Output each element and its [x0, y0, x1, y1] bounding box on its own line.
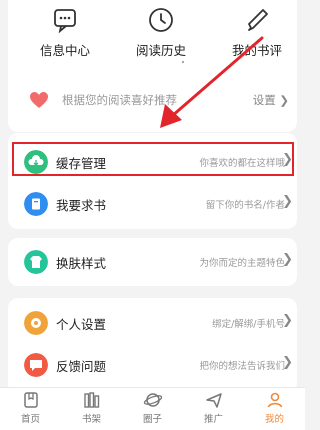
menu-card-3: 个人设置 绑定/解绑/手机号 ❯ 反馈问题 把你的想法告诉我们 ❯ — [8, 298, 297, 394]
chevron-right-icon: ❯ — [282, 252, 293, 267]
skin-icon — [24, 250, 48, 274]
tab-label: 圈子 — [142, 414, 162, 425]
settings-icon — [24, 311, 48, 335]
chevron-right-icon: ❯ — [282, 194, 293, 209]
menu-item-title: 我要求书 — [56, 198, 107, 213]
bottom-tab-bar: 首页 书架 圈子 推广 我的 — [0, 387, 305, 430]
chevron-right-icon: ❯ — [282, 313, 293, 328]
tab-label: 首页 — [20, 414, 40, 425]
tab-label: 我的 — [264, 414, 284, 425]
tab-mine[interactable]: 我的 — [244, 390, 305, 425]
recommend-row[interactable]: 根据您的阅读喜好推荐 设置 ❯ — [8, 82, 297, 118]
send-icon — [205, 393, 222, 408]
dot — [182, 61, 184, 63]
message-icon — [54, 9, 76, 34]
quick-action-label: 信息中心 — [39, 43, 90, 58]
planet-icon — [143, 393, 162, 407]
menu-item-subtitle: 留下你的书名/作者 — [205, 200, 285, 211]
menu-card-2: 换肤样式 为你而定的主题特色 ❯ — [8, 238, 297, 286]
recommend-action-label: 设置 — [252, 93, 276, 107]
tab-home[interactable]: 首页 — [0, 390, 61, 425]
menu-item-title: 个人设置 — [56, 317, 107, 332]
recommend-settings-link[interactable]: 设置 ❯ — [253, 92, 289, 108]
feedback-icon — [24, 353, 48, 377]
pen-icon — [248, 9, 268, 31]
menu-item-settings[interactable]: 个人设置 绑定/解绑/手机号 ❯ — [8, 302, 297, 344]
tab-label: 推广 — [203, 414, 223, 425]
quick-action-label: 我的书评 — [231, 43, 282, 58]
chevron-right-icon: ❯ — [279, 93, 289, 107]
menu-item-title: 换肤样式 — [56, 256, 107, 271]
bookshelf-icon — [83, 392, 99, 408]
menu-item-subtitle: 为你而定的主题特色 — [199, 258, 285, 269]
heart-icon — [30, 92, 48, 108]
chevron-right-icon: ❯ — [282, 355, 293, 370]
profile-icon — [267, 392, 282, 408]
clock-icon — [149, 8, 173, 32]
quick-action-reviews[interactable]: 我的书评 — [212, 6, 302, 59]
menu-item-feedback[interactable]: 反馈问题 把你的想法告诉我们 ❯ — [8, 344, 297, 386]
home-icon — [23, 392, 38, 408]
menu-item-request-book[interactable]: 我要求书 留下你的书名/作者 ❯ — [8, 183, 297, 225]
tab-bookshelf[interactable]: 书架 — [61, 390, 122, 425]
menu-item-subtitle: 绑定/解绑/手机号 — [212, 319, 285, 330]
menu-item-subtitle: 把你的想法告诉我们 — [199, 361, 285, 372]
book-request-icon — [24, 192, 48, 216]
recommend-text: 根据您的阅读喜好推荐 — [62, 93, 177, 107]
tab-circle[interactable]: 圈子 — [122, 390, 183, 425]
quick-action-messages[interactable]: 信息中心 — [20, 6, 110, 59]
menu-item-title: 反馈问题 — [56, 359, 107, 374]
menu-item-skin[interactable]: 换肤样式 为你而定的主题特色 ❯ — [8, 241, 297, 283]
quick-action-label: 阅读历史 — [135, 43, 186, 58]
quick-action-history[interactable]: 阅读历史 — [116, 6, 206, 59]
tab-label: 书架 — [81, 414, 101, 425]
tab-promote[interactable]: 推广 — [183, 390, 244, 425]
highlight-box — [12, 142, 294, 176]
